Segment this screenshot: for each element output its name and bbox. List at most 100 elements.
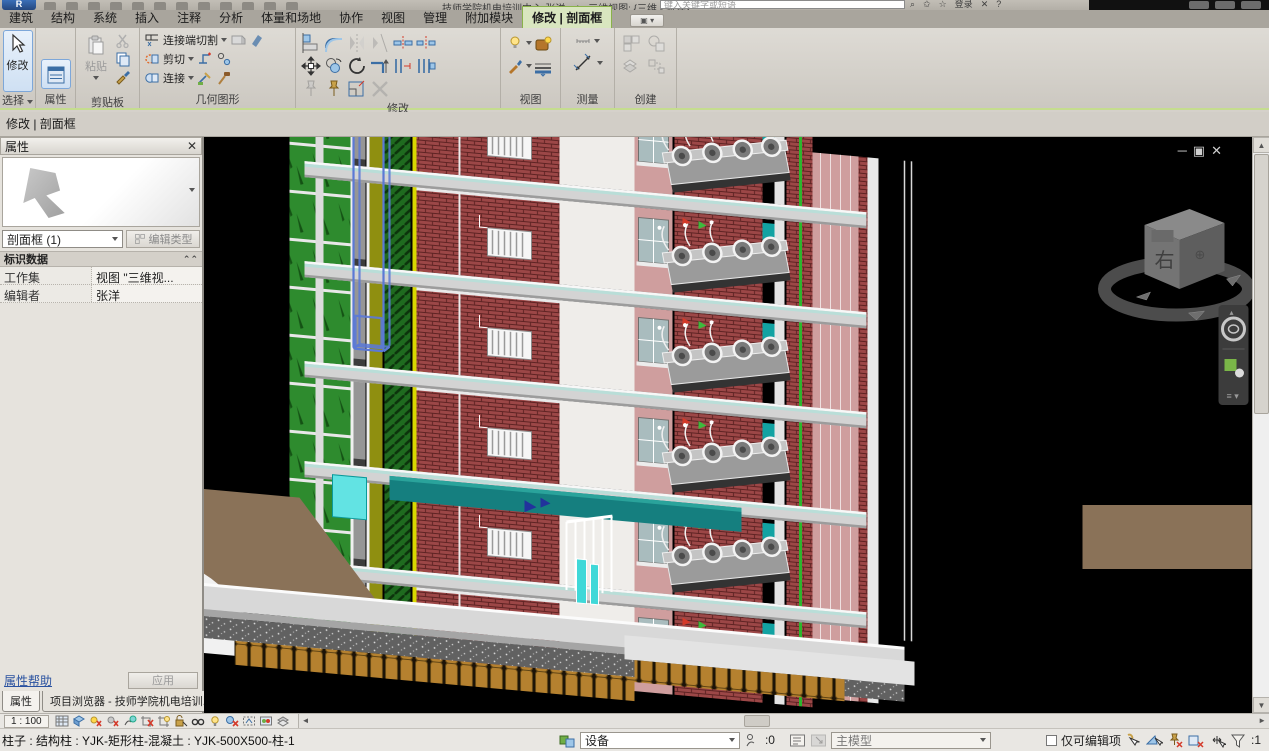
- help-icon[interactable]: ?: [996, 0, 1001, 9]
- split-gap-icon[interactable]: [415, 32, 437, 54]
- analytical-model-off-icon[interactable]: [225, 715, 239, 727]
- beam-joins-icon[interactable]: [197, 70, 213, 86]
- panel-clipboard-label[interactable]: 剪贴板: [76, 96, 139, 110]
- design-options-icon[interactable]: [789, 733, 806, 748]
- close-button[interactable]: [1241, 1, 1261, 9]
- close-icon[interactable]: ✕: [187, 139, 197, 153]
- maximize-button[interactable]: [1215, 1, 1235, 9]
- move-icon[interactable]: [300, 55, 322, 77]
- filter-icon[interactable]: [1230, 733, 1247, 748]
- tab-manage[interactable]: 管理: [414, 7, 456, 28]
- cut-profile-button[interactable]: 连接端切割: [144, 31, 265, 49]
- signin-label[interactable]: 登录: [955, 0, 973, 9]
- drag-on-selection-icon[interactable]: [1209, 733, 1226, 748]
- tab-insert[interactable]: 插入: [126, 7, 168, 28]
- panel-measure-label[interactable]: 测量: [561, 93, 614, 108]
- worksharing-display-icon[interactable]: [259, 715, 273, 727]
- vertical-scroll-thumb[interactable]: [1254, 154, 1269, 414]
- tab-analyze[interactable]: 分析: [210, 7, 252, 28]
- window-controls[interactable]: [1089, 0, 1269, 10]
- navbar-more-icon[interactable]: ≡ ▾: [1227, 391, 1240, 401]
- tab-addins[interactable]: 附加模块: [456, 7, 522, 28]
- identity-data-group[interactable]: 标识数据⌃⌃: [0, 251, 202, 267]
- glass-panel-cyan[interactable]: [333, 475, 367, 520]
- modify-tool-button[interactable]: 修改: [3, 30, 33, 92]
- view-window-controls[interactable]: ─▣✕: [1178, 143, 1228, 159]
- view-restore-icon[interactable]: ▣: [1193, 143, 1211, 158]
- minimize-button[interactable]: [1189, 1, 1209, 9]
- create-group-icon[interactable]: [621, 33, 643, 55]
- edited-by-value[interactable]: 张洋: [92, 285, 202, 302]
- join-geometry-button[interactable]: 连接: [144, 69, 232, 87]
- properties-toggle-button[interactable]: [41, 59, 71, 89]
- tab-view[interactable]: 视图: [372, 7, 414, 28]
- graphic-display-button[interactable]: [507, 57, 531, 75]
- create-parts-icon[interactable]: [646, 56, 668, 78]
- array-icon[interactable]: [415, 55, 437, 77]
- highlight-displacement-icon[interactable]: [242, 715, 256, 727]
- split-element-icon[interactable]: [392, 32, 414, 54]
- align-dim-icon[interactable]: [392, 55, 414, 77]
- search-icon[interactable]: ⌕: [910, 0, 915, 9]
- reveal-hidden-icon[interactable]: [208, 715, 222, 727]
- join-options-icon[interactable]: [216, 51, 232, 67]
- unpin-icon[interactable]: [300, 78, 322, 100]
- displace-elements-icon[interactable]: [276, 715, 290, 727]
- sun-path-off-icon[interactable]: [89, 715, 103, 727]
- thin-lines-toggle-icon[interactable]: [532, 57, 554, 79]
- tab-properties-palette[interactable]: 属性: [2, 691, 40, 712]
- editing-requests-icon[interactable]: [744, 733, 761, 748]
- panel-geometry-label[interactable]: 几何图形: [140, 93, 295, 108]
- render-icon[interactable]: [532, 34, 554, 56]
- infocenter-search-input[interactable]: 键入关键字或短语: [660, 0, 905, 9]
- subscription-icon[interactable]: ✩: [923, 0, 931, 9]
- 3d-scene[interactable]: 右 ⊕ ▴ ≡ ▾: [204, 137, 1252, 713]
- panel-properties-label[interactable]: 属性: [36, 93, 75, 108]
- trim-extend-icon[interactable]: [369, 55, 391, 77]
- apply-button[interactable]: 应用: [128, 672, 198, 689]
- demolish-icon[interactable]: [249, 32, 265, 48]
- align-icon[interactable]: [300, 32, 322, 54]
- tab-annotate[interactable]: 注释: [168, 7, 210, 28]
- horizontal-scroll-thumb[interactable]: [744, 715, 770, 727]
- copy-icon[interactable]: [115, 51, 131, 67]
- properties-help-link[interactable]: 属性帮助: [4, 672, 52, 689]
- hammer-icon[interactable]: [216, 70, 232, 86]
- render-dialog-icon[interactable]: [123, 715, 137, 727]
- panel-create-label[interactable]: 创建: [615, 93, 676, 108]
- create-similar-icon[interactable]: [646, 33, 668, 55]
- create-assembly-icon[interactable]: [621, 56, 643, 78]
- drawing-area-3d-view[interactable]: 右 ⊕ ▴ ≡ ▾ ─▣✕: [204, 137, 1252, 713]
- properties-palette-header[interactable]: 属性 ✕: [0, 137, 202, 155]
- exchange-icon[interactable]: ✕: [981, 0, 989, 9]
- collapse-icon[interactable]: ⌃⌃: [183, 254, 198, 265]
- view-minimize-icon[interactable]: ─: [1178, 143, 1193, 158]
- tab-systems[interactable]: 系统: [84, 7, 126, 28]
- select-by-face-off-icon[interactable]: [1188, 733, 1205, 748]
- unlock-view-icon[interactable]: [174, 715, 188, 727]
- paste-button[interactable]: 粘贴: [80, 31, 112, 93]
- mirror-axis-icon[interactable]: [369, 32, 391, 54]
- scroll-right-icon[interactable]: ►: [1258, 716, 1266, 725]
- design-option-pick-icon[interactable]: [810, 733, 827, 748]
- editable-only-checkbox[interactable]: [1046, 735, 1057, 746]
- panel-select-label[interactable]: 选择: [0, 94, 35, 108]
- match-type-brush-icon[interactable]: [115, 69, 131, 85]
- offset-icon[interactable]: [323, 32, 345, 54]
- tab-massing-site[interactable]: 体量和场地: [252, 7, 330, 28]
- tab-collaborate[interactable]: 协作: [330, 7, 372, 28]
- design-option-combo[interactable]: 主模型: [831, 732, 991, 749]
- view-scale-button[interactable]: 1 : 100: [4, 715, 49, 728]
- worksets-icon[interactable]: [559, 733, 576, 748]
- select-links-icon[interactable]: [1125, 733, 1142, 748]
- hidden-elements-button[interactable]: [507, 34, 531, 52]
- visual-style-icon[interactable]: [72, 715, 86, 727]
- chevron-down-icon[interactable]: [189, 188, 195, 192]
- aligned-dimension-button[interactable]: [572, 54, 603, 72]
- shadows-off-icon[interactable]: [106, 715, 120, 727]
- help-star-icon[interactable]: ☆: [939, 0, 947, 9]
- scroll-up-icon[interactable]: ▲: [1253, 137, 1269, 153]
- scroll-left-icon[interactable]: ◄: [302, 716, 310, 725]
- crop-view-off-icon[interactable]: [140, 715, 154, 727]
- temporary-hide-isolate-icon[interactable]: [191, 715, 205, 727]
